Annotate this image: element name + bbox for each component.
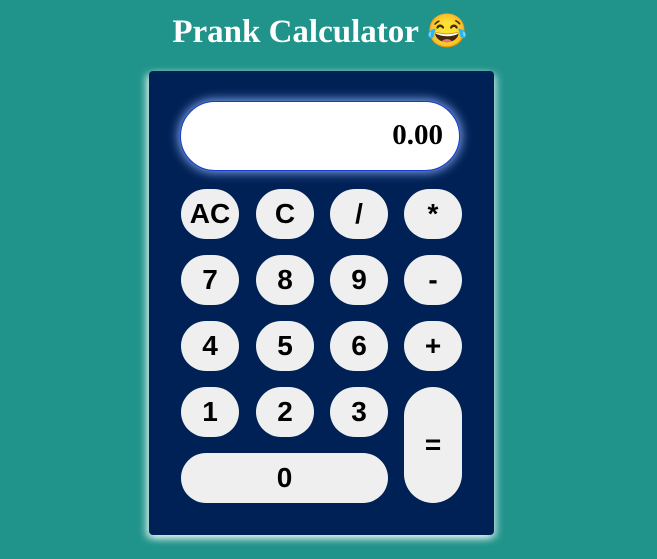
all-clear-button[interactable]: AC [181, 189, 239, 239]
digit-9-button[interactable]: 9 [330, 255, 388, 305]
digit-2-button[interactable]: 2 [256, 387, 314, 437]
digit-3-button[interactable]: 3 [330, 387, 388, 437]
add-button[interactable]: + [404, 321, 462, 371]
multiply-button[interactable]: * [404, 189, 462, 239]
page-title-text: Prank Calculator [172, 14, 419, 50]
calculator: 0.00 AC C / * 7 8 9 - 4 5 6 + 1 2 3 = 0 [149, 71, 494, 535]
page-title: Prank Calculator 😂 [0, 10, 640, 54]
divide-button[interactable]: / [330, 189, 388, 239]
digit-0-button[interactable]: 0 [181, 453, 388, 503]
digit-1-button[interactable]: 1 [181, 387, 239, 437]
digit-4-button[interactable]: 4 [181, 321, 239, 371]
equals-button[interactable]: = [404, 387, 462, 503]
digit-5-button[interactable]: 5 [256, 321, 314, 371]
laughing-emoji-icon: 😂 [426, 14, 468, 50]
digit-6-button[interactable]: 6 [330, 321, 388, 371]
digit-7-button[interactable]: 7 [181, 255, 239, 305]
calculator-display: 0.00 [180, 101, 460, 171]
clear-button[interactable]: C [256, 189, 314, 239]
subtract-button[interactable]: - [404, 255, 462, 305]
digit-8-button[interactable]: 8 [256, 255, 314, 305]
